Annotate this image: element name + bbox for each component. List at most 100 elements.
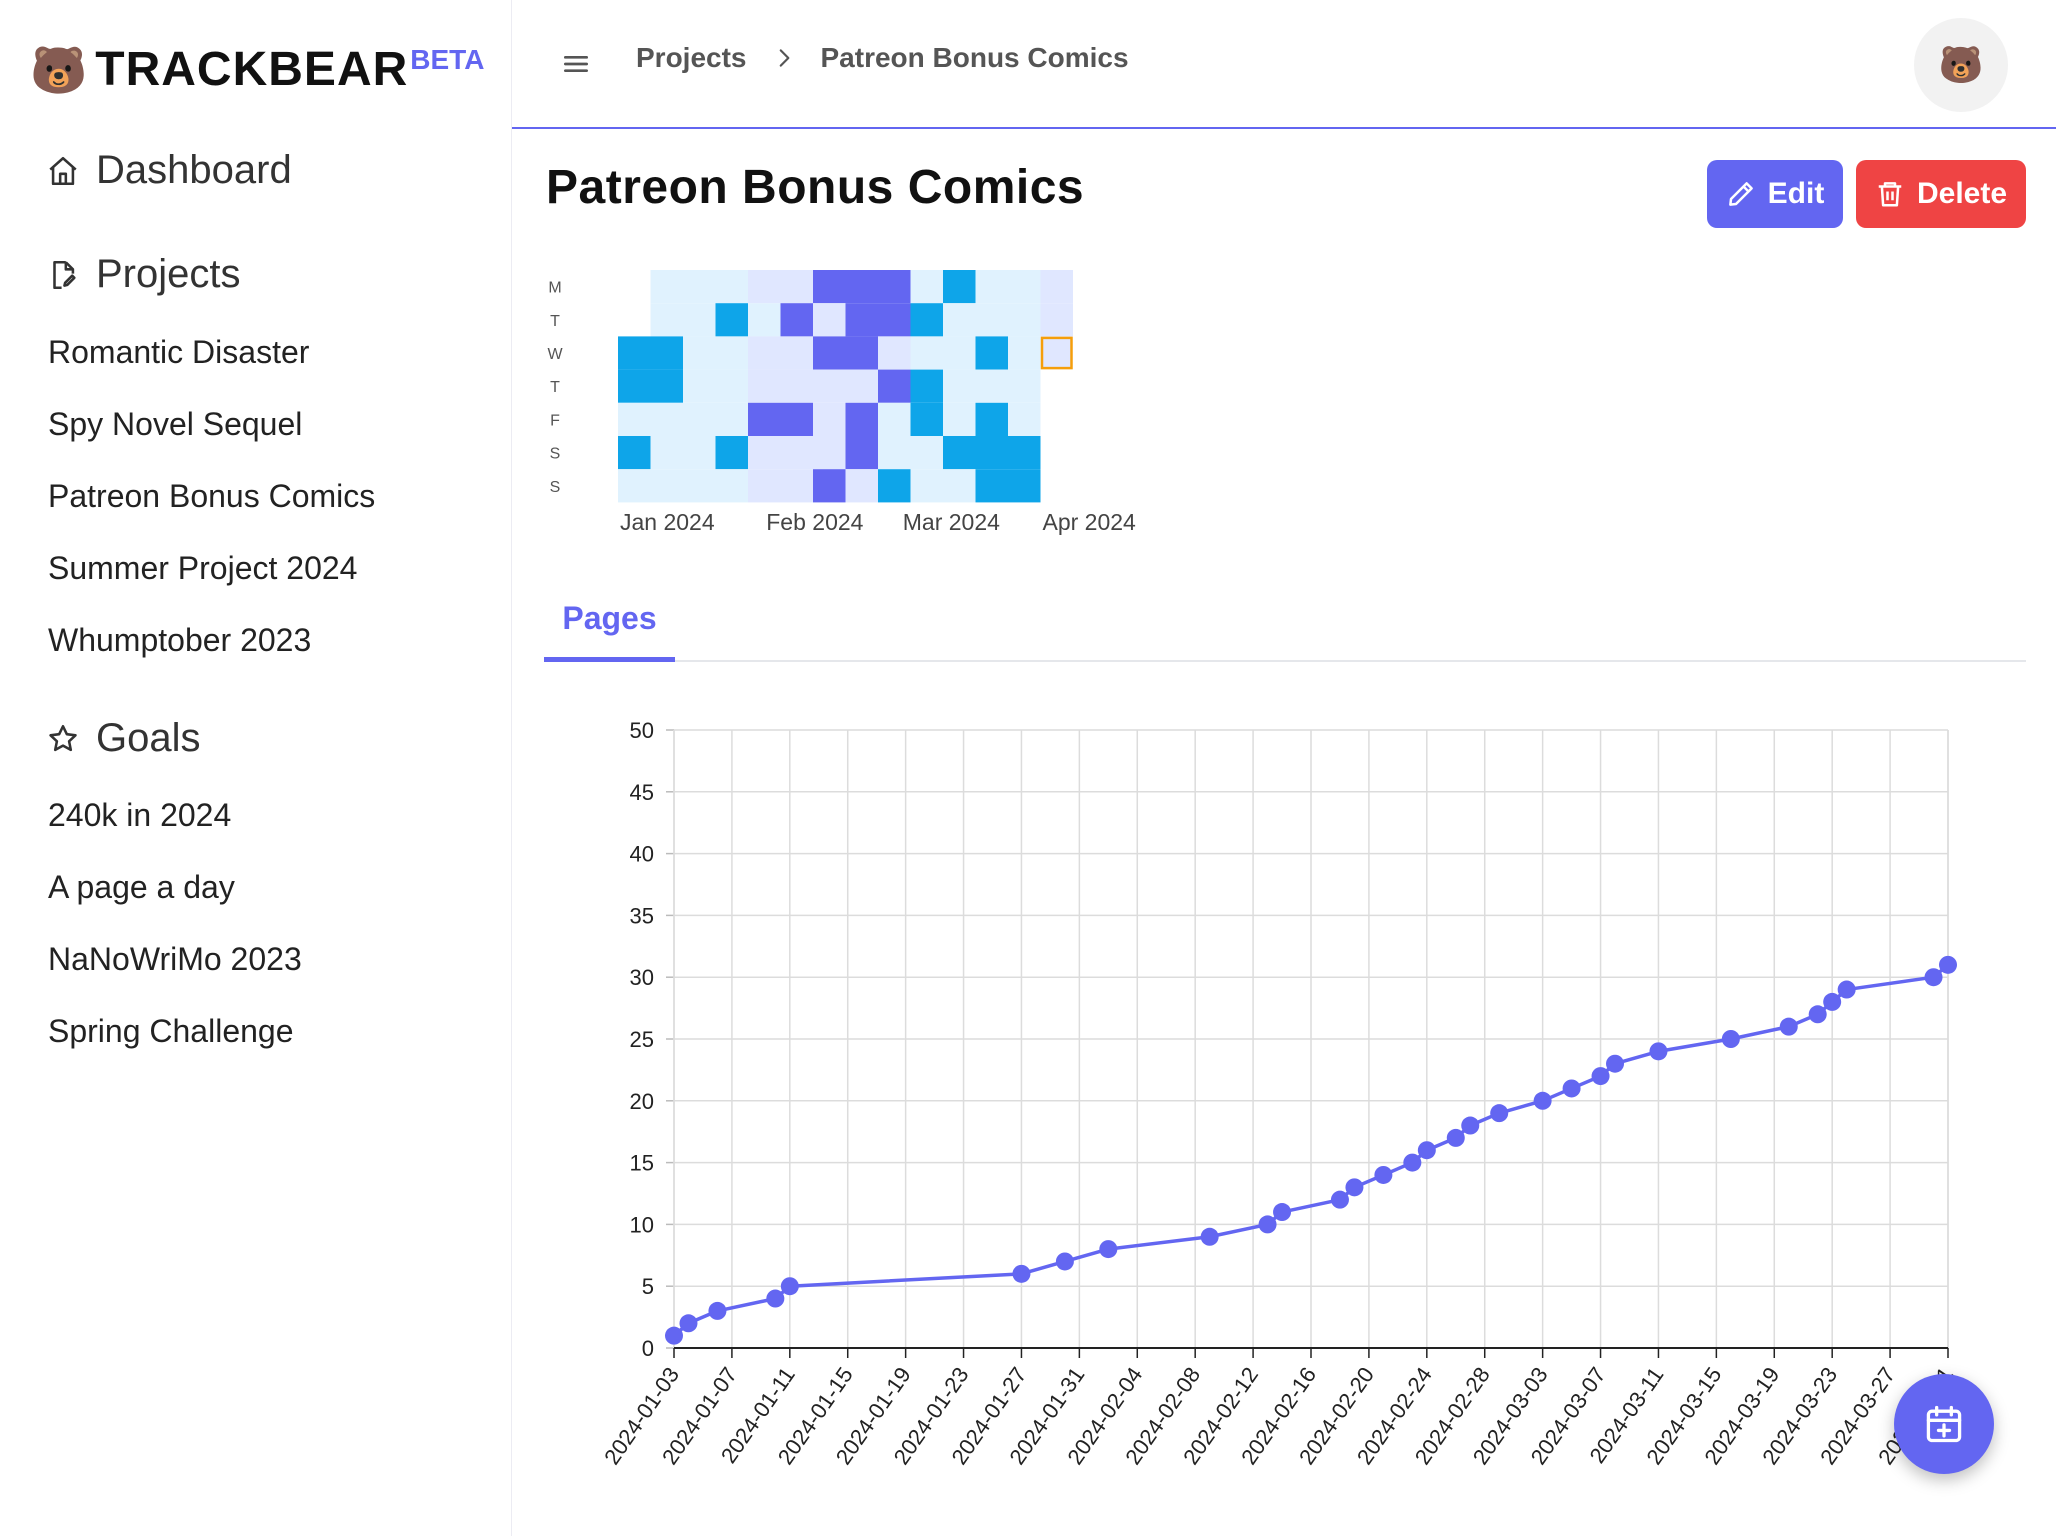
- calendar-plus-icon: [1926, 1405, 1962, 1443]
- sidebar-item-goal[interactable]: A page a day: [48, 869, 235, 906]
- data-point: [1273, 1203, 1292, 1222]
- sidebar-goals-header[interactable]: Goals: [46, 716, 201, 761]
- heatmap-cell: [618, 336, 651, 370]
- sidebar-dashboard-link[interactable]: Dashboard: [46, 148, 292, 193]
- data-point: [766, 1289, 785, 1308]
- heatmap-cell: [780, 369, 813, 403]
- app-name: TRACKBEAR: [95, 43, 409, 96]
- heatmap-cell: [845, 469, 878, 503]
- sidebar-item-project[interactable]: Spy Novel Sequel: [48, 406, 302, 443]
- heatmap-cell: [975, 469, 1008, 503]
- tab-pages[interactable]: Pages: [544, 580, 675, 662]
- sidebar-item-goal[interactable]: 240k in 2024: [48, 797, 231, 834]
- top-bar: Projects Patreon Bonus Comics 🐻: [512, 0, 2056, 129]
- heatmap-cell: [618, 436, 651, 470]
- heatmap-cell: [715, 270, 748, 304]
- sidebar-item-project[interactable]: Romantic Disaster: [48, 334, 309, 371]
- data-point: [1099, 1240, 1118, 1259]
- data-point: [1823, 992, 1842, 1011]
- heatmap-cell: [910, 402, 943, 436]
- edit-button[interactable]: Edit: [1707, 160, 1843, 228]
- beta-badge: BETA: [410, 44, 485, 75]
- heatmap-cell: [943, 336, 976, 370]
- heatmap-cell: [780, 270, 813, 304]
- heatmap-cell: [943, 402, 976, 436]
- sidebar-item-project[interactable]: Whumptober 2023: [48, 622, 311, 659]
- data-point: [1649, 1042, 1668, 1061]
- heatmap-day-label: T: [550, 313, 560, 330]
- heatmap-cell: [975, 336, 1008, 370]
- file-edit-icon: [53, 260, 76, 289]
- data-point: [1330, 1190, 1349, 1209]
- heatmap-cell: [1008, 369, 1041, 403]
- heatmap-cell: [813, 303, 846, 337]
- data-point: [1490, 1104, 1509, 1123]
- heatmap-cell: [1040, 270, 1073, 304]
- trash-icon: [1878, 182, 1902, 207]
- y-tick-label: 50: [630, 718, 654, 743]
- heatmap-cell: [780, 469, 813, 503]
- heatmap-cell: [715, 469, 748, 503]
- sidebar-item-goal[interactable]: NaNoWriMo 2023: [48, 941, 302, 978]
- y-tick-label: 45: [630, 780, 654, 805]
- data-point: [1200, 1227, 1219, 1246]
- data-point: [780, 1277, 799, 1296]
- data-point: [1417, 1141, 1436, 1160]
- heatmap-cell: [910, 436, 943, 470]
- data-point: [708, 1301, 727, 1320]
- sidebar-projects-header[interactable]: Projects: [46, 252, 241, 297]
- heatmap-cell: [780, 303, 813, 337]
- heatmap-cell: [1008, 436, 1041, 470]
- data-point: [1258, 1215, 1277, 1234]
- heatmap-day-label: S: [550, 446, 561, 463]
- delete-button[interactable]: Delete: [1856, 160, 2026, 228]
- chevron-right-icon: [771, 45, 797, 71]
- heatmap-cell: [845, 436, 878, 470]
- y-tick-label: 25: [630, 1027, 654, 1052]
- sidebar-projects-label: Projects: [96, 252, 241, 296]
- y-tick-label: 40: [630, 842, 654, 867]
- heatmap-cell: [748, 369, 781, 403]
- breadcrumb: Projects Patreon Bonus Comics: [636, 42, 1129, 74]
- heatmap-cell: [943, 469, 976, 503]
- data-point: [1924, 968, 1943, 987]
- data-point: [1591, 1067, 1610, 1086]
- heatmap-cell: [683, 336, 716, 370]
- user-avatar[interactable]: 🐻: [1914, 18, 2008, 112]
- heatmap-cell: [975, 369, 1008, 403]
- sidebar-item-goal[interactable]: Spring Challenge: [48, 1013, 294, 1050]
- breadcrumb-projects-link[interactable]: Projects: [636, 42, 747, 74]
- heatmap-cell: [943, 436, 976, 470]
- log-progress-button[interactable]: [1894, 1374, 1994, 1474]
- sidebar-item-project[interactable]: Patreon Bonus Comics: [48, 478, 375, 515]
- heatmap-cell: [845, 402, 878, 436]
- y-tick-label: 0: [642, 1336, 654, 1361]
- heatmap-cell: [683, 469, 716, 503]
- heatmap-cell: [943, 303, 976, 337]
- heatmap-cell: [910, 369, 943, 403]
- heatmap-cell: [878, 402, 911, 436]
- data-point: [1837, 980, 1856, 999]
- heatmap-cell: [943, 369, 976, 403]
- heatmap-cell: [910, 336, 943, 370]
- heatmap-cell: [650, 369, 683, 403]
- heatmap-cell: [845, 303, 878, 337]
- heatmap-cell: [780, 402, 813, 436]
- heatmap-today-cell: [1040, 336, 1073, 370]
- sidebar-item-project[interactable]: Summer Project 2024: [48, 550, 357, 587]
- heatmap-cell: [748, 270, 781, 304]
- app-logo[interactable]: 🐻 TRACKBEAR BETA: [30, 40, 484, 100]
- heatmap-cell: [975, 402, 1008, 436]
- star-icon: [49, 724, 77, 751]
- data-point: [1374, 1165, 1393, 1184]
- heatmap-cell: [683, 303, 716, 337]
- heatmap-cell: [878, 303, 911, 337]
- data-point: [1446, 1128, 1465, 1147]
- heatmap-cell: [683, 436, 716, 470]
- menu-button[interactable]: [556, 44, 596, 84]
- y-tick-label: 30: [630, 965, 654, 990]
- heatmap-cell: [715, 303, 748, 337]
- delete-button-label: Delete: [1916, 177, 2008, 210]
- heatmap-cell: [878, 469, 911, 503]
- heatmap-cell: [910, 469, 943, 503]
